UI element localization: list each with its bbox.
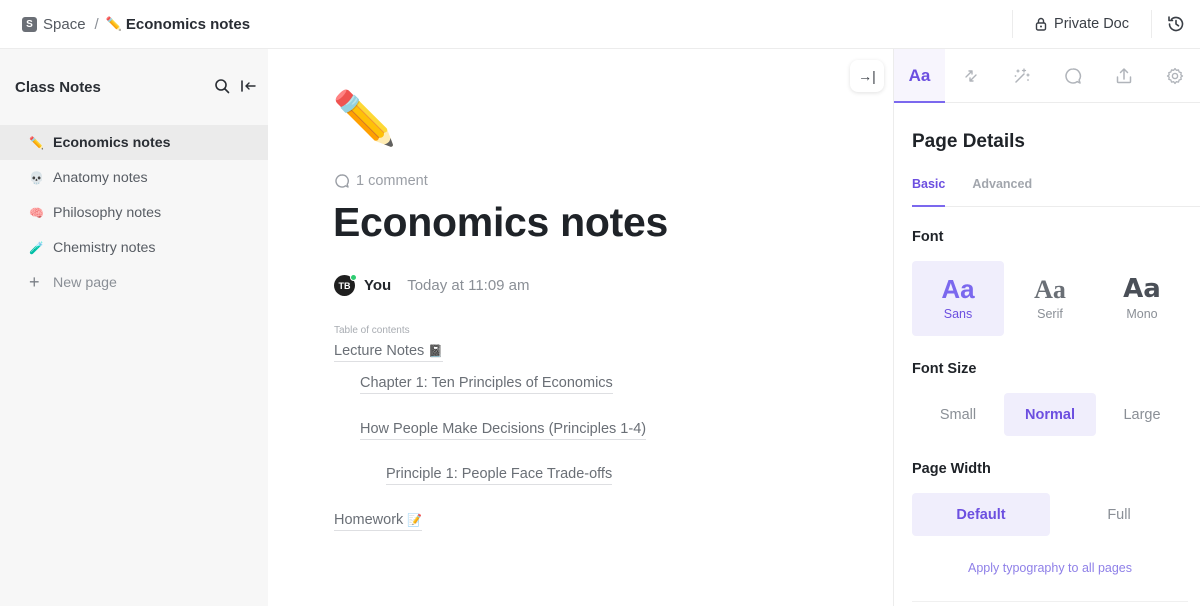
history-icon xyxy=(1168,16,1184,32)
toc-item-label: Lecture Notes xyxy=(334,343,425,359)
font-name: Serif xyxy=(1037,306,1063,321)
font-option-sans[interactable]: Aa Sans xyxy=(912,261,1004,336)
font-option-serif[interactable]: Aa Serif xyxy=(1004,261,1096,336)
tab-comments[interactable] xyxy=(1047,49,1098,102)
page-width-options: Default Full xyxy=(912,493,1188,536)
subtab-advanced[interactable]: Advanced xyxy=(972,177,1032,207)
upload-icon xyxy=(1116,67,1131,83)
collapse-sidebar-icon[interactable] xyxy=(240,79,256,93)
breadcrumb-page[interactable]: Economics notes xyxy=(126,16,250,33)
expand-panel-button[interactable]: →| xyxy=(850,60,884,92)
typography-icon: Aa xyxy=(908,65,931,85)
font-size-normal[interactable]: Normal xyxy=(1004,393,1096,436)
page-icon[interactable]: ✏️ xyxy=(332,93,397,145)
page-details-panel: Aa Page Details Basic Advanced Font Aa S… xyxy=(893,49,1200,606)
subtabs: Basic Advanced xyxy=(912,177,1200,207)
font-sample: Aa xyxy=(941,274,975,305)
breadcrumb-space[interactable]: Space xyxy=(43,16,86,33)
sidebar-item-chemistry-notes[interactable]: 🧪 Chemistry notes xyxy=(0,230,268,265)
plus-icon: + xyxy=(29,272,40,292)
sidebar-item-label: Anatomy notes xyxy=(53,169,148,186)
sidebar-item-philosophy-notes[interactable]: 🧠 Philosophy notes xyxy=(0,195,268,230)
toc-item-label: Principle 1: People Face Trade-offs xyxy=(386,466,613,482)
search-icon[interactable] xyxy=(214,78,230,94)
tab-share[interactable] xyxy=(1098,49,1149,102)
author-row: TB You Today at 11:09 am xyxy=(334,274,530,296)
toc-item-label: Homework xyxy=(334,512,404,528)
gear-icon xyxy=(1166,67,1183,84)
page-width-default[interactable]: Default xyxy=(912,493,1050,536)
private-doc-label: Private Doc xyxy=(1054,16,1129,32)
sidebar-item-label: Philosophy notes xyxy=(53,204,162,221)
panel-tabs: Aa xyxy=(894,49,1200,103)
font-name: Mono xyxy=(1126,306,1158,321)
avatar[interactable]: TB xyxy=(334,274,357,296)
font-sample: Aa xyxy=(1034,275,1066,305)
font-name: Sans xyxy=(943,306,973,321)
sidebar-title: Class Notes xyxy=(15,78,101,96)
font-size-options: Small Normal Large xyxy=(912,393,1188,436)
magic-wand-icon xyxy=(1014,67,1030,83)
font-option-mono[interactable]: Aa Mono xyxy=(1096,261,1188,336)
tab-settings[interactable] xyxy=(1149,49,1200,102)
sidebar-item-anatomy-notes[interactable]: 💀 Anatomy notes xyxy=(0,160,268,195)
subtab-basic[interactable]: Basic xyxy=(912,177,946,207)
skull-icon: 💀 xyxy=(29,170,44,185)
sidebar-item-label: Chemistry notes xyxy=(53,239,156,256)
page-width-full[interactable]: Full xyxy=(1050,493,1188,536)
online-status-dot xyxy=(350,274,357,281)
toc-item[interactable]: Principle 1: People Face Trade-offs xyxy=(386,466,613,485)
sidebar-item-label: Economics notes xyxy=(53,134,171,151)
comments-count: 1 comment xyxy=(356,173,428,189)
document-area: →| ✏️ 1 comment Economics notes TB You T… xyxy=(268,49,893,606)
space-avatar-icon: S xyxy=(22,16,37,32)
pencil-icon: ✏️ xyxy=(105,16,122,31)
page-width-label: Page Width xyxy=(912,461,991,477)
arrows-icon xyxy=(964,69,977,82)
private-doc-button[interactable]: Private Doc xyxy=(1013,16,1151,32)
apply-typography-link[interactable]: Apply typography to all pages xyxy=(912,561,1188,575)
font-options: Aa Sans Aa Serif Aa Mono xyxy=(912,261,1188,336)
comment-icon xyxy=(335,174,349,188)
panel-title: Page Details xyxy=(912,131,1025,152)
toc-label: Table of contents xyxy=(334,325,410,336)
toc-item-label: How People Make Decisions (Principles 1-… xyxy=(360,421,647,437)
top-bar: S Space / ✏️ Economics notes Private Doc xyxy=(0,0,1200,49)
test-tube-icon: 🧪 xyxy=(29,240,44,255)
toc-item[interactable]: Homework 📝 xyxy=(334,512,423,531)
font-size-small[interactable]: Small xyxy=(912,393,1004,436)
breadcrumb-separator: / xyxy=(94,15,99,33)
author-name: You xyxy=(364,277,392,294)
arrow-right-bar-icon: →| xyxy=(858,68,876,84)
font-size-label: Font Size xyxy=(912,361,977,377)
tab-ai[interactable] xyxy=(996,49,1047,102)
font-size-large[interactable]: Large xyxy=(1096,393,1188,436)
sidebar: Class Notes ✏️ Economics notes 💀 Anatomy… xyxy=(0,49,268,606)
tab-typography[interactable]: Aa xyxy=(894,49,945,103)
memo-icon: 📝 xyxy=(407,513,423,527)
pencil-icon: ✏️ xyxy=(29,135,44,150)
tab-relationships[interactable] xyxy=(945,49,996,102)
page-title[interactable]: Economics notes xyxy=(333,199,668,246)
font-sample: Aa xyxy=(1123,274,1161,305)
toc-item-label: Chapter 1: Ten Principles of Economics xyxy=(360,375,613,391)
brain-icon: 🧠 xyxy=(29,205,44,220)
history-button[interactable] xyxy=(1152,14,1200,34)
notebook-icon: 📓 xyxy=(428,344,444,358)
toc-item[interactable]: How People Make Decisions (Principles 1-… xyxy=(360,421,647,440)
font-label: Font xyxy=(912,229,944,245)
comments-link[interactable]: 1 comment xyxy=(334,173,428,189)
last-updated: Today at 11:09 am xyxy=(407,277,530,294)
new-page-label: New page xyxy=(53,274,117,291)
avatar-initials: TB xyxy=(338,280,351,291)
toc-item[interactable]: Chapter 1: Ten Principles of Economics xyxy=(360,375,613,394)
toc-item[interactable]: Lecture Notes 📓 xyxy=(334,343,444,362)
comment-icon xyxy=(1064,67,1081,84)
sidebar-item-economics-notes[interactable]: ✏️ Economics notes xyxy=(0,125,268,160)
new-page-button[interactable]: + New page xyxy=(0,265,268,300)
breadcrumb: S Space / ✏️ Economics notes xyxy=(22,16,250,33)
lock-icon xyxy=(1035,17,1047,31)
divider xyxy=(912,601,1188,602)
